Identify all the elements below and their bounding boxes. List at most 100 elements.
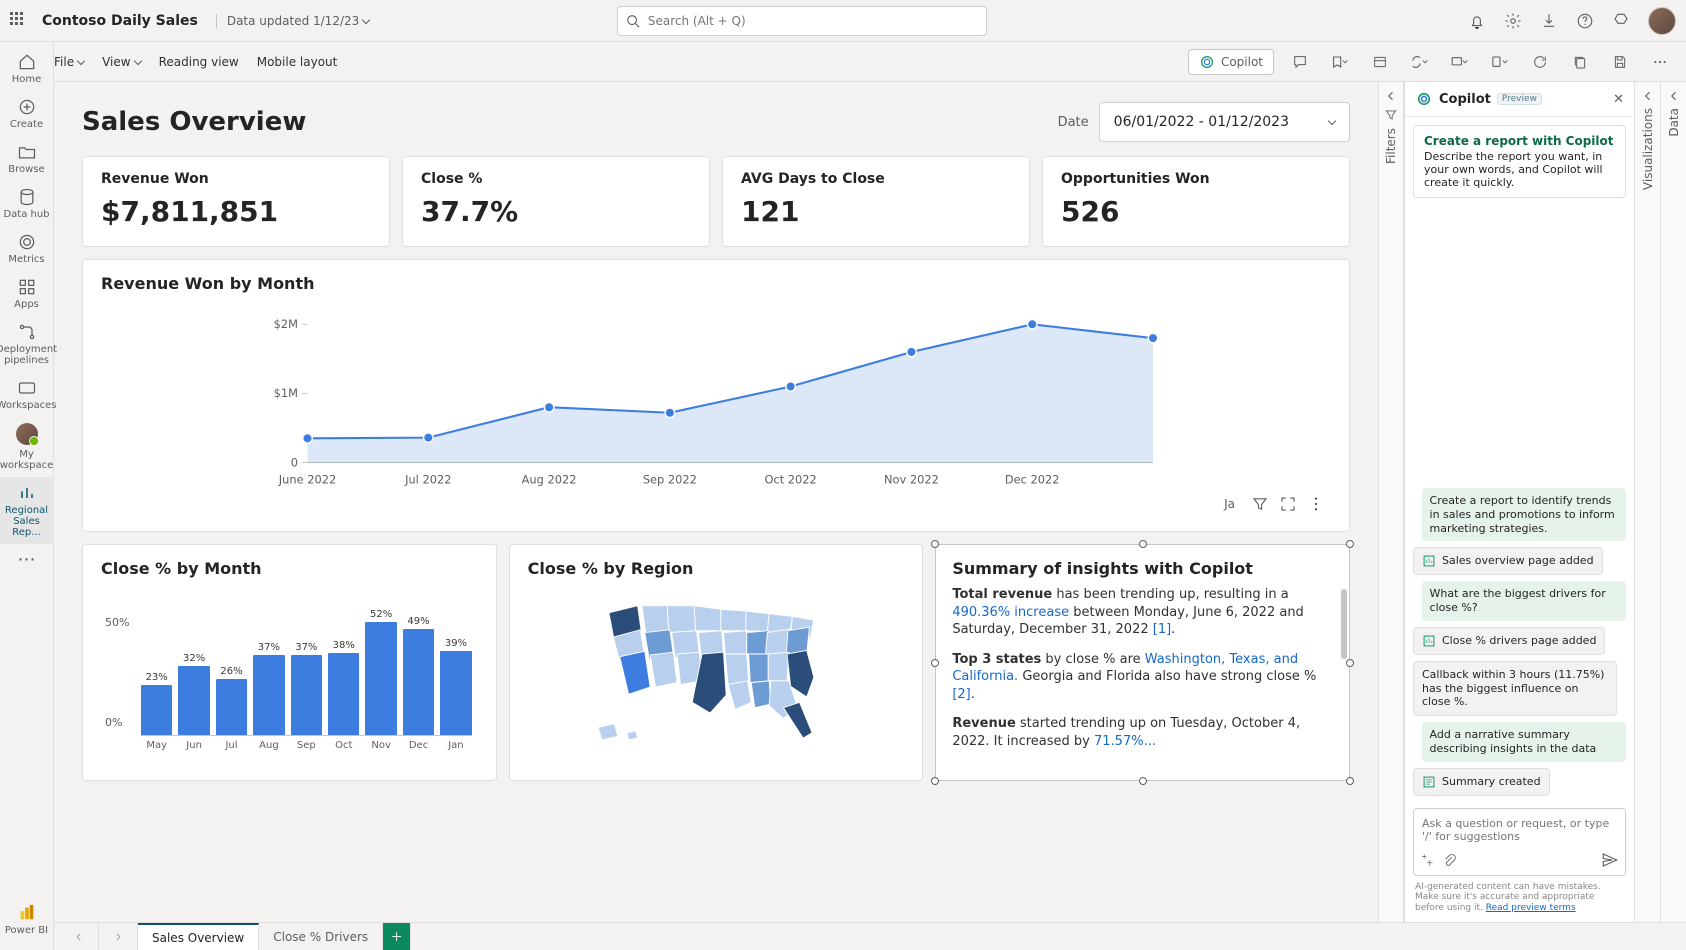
nav-rail: Home Create Browse Data hub Metrics Apps… <box>0 42 54 950</box>
sparkle-icon[interactable] <box>1420 853 1434 867</box>
line-chart-card[interactable]: Revenue Won by Month 0$1M$2MJune 2022Jul… <box>82 259 1350 532</box>
selection-handle[interactable] <box>1346 777 1354 785</box>
copilot-messages: Create a report to identify trends in sa… <box>1405 206 1634 802</box>
data-updated[interactable]: Data updated 1/12/23 <box>216 14 369 28</box>
date-range-picker[interactable]: 06/01/2022 - 01/12/2023 <box>1099 102 1350 142</box>
svg-text:Nov 2022: Nov 2022 <box>884 472 939 486</box>
filter-icon[interactable] <box>1251 495 1269 513</box>
chevron-down-icon <box>133 56 141 64</box>
visualizations-pane-collapsed[interactable]: Visualizations <box>1634 82 1660 922</box>
chat-msg-user: What are the biggest drivers for close %… <box>1422 581 1626 621</box>
database-icon <box>17 187 37 207</box>
data-pane-collapsed[interactable]: Data <box>1660 82 1686 922</box>
copilot-button[interactable]: Copilot <box>1188 49 1274 75</box>
help-icon[interactable] <box>1576 12 1594 30</box>
page-title: Sales Overview <box>82 107 306 137</box>
svg-text:0: 0 <box>291 455 298 469</box>
page-tab-close-drivers[interactable]: Close % Drivers <box>259 923 383 950</box>
rail-workspaces[interactable]: Workspaces <box>0 372 54 417</box>
rail-regional-sales[interactable]: Regional Sales Rep... <box>0 477 54 544</box>
bar-chart-card[interactable]: Close % by Month 50% 0% 23%32%26%37%37%3… <box>82 544 497 781</box>
copilot-icon <box>1415 90 1433 108</box>
comment-icon[interactable] <box>1286 48 1314 76</box>
focus-mode-icon[interactable] <box>1279 495 1297 513</box>
kpi-opps-won[interactable]: Opportunities Won526 <box>1042 156 1350 247</box>
copilot-input[interactable] <box>1420 815 1619 847</box>
settings-icon[interactable] <box>1504 12 1522 30</box>
menu-reading-view[interactable]: Reading view <box>159 55 239 69</box>
kpi-revenue-won[interactable]: Revenue Won$7,811,851 <box>82 156 390 247</box>
chat-msg-system: Close % drivers page added <box>1413 627 1605 655</box>
close-icon[interactable]: ✕ <box>1613 92 1624 107</box>
chat-msg-system: Summary created <box>1413 768 1550 796</box>
app-launcher-icon[interactable] <box>10 12 28 30</box>
rail-home[interactable]: Home <box>0 46 54 91</box>
map-card[interactable]: Close % by Region <box>509 544 924 781</box>
rail-metrics[interactable]: Metrics <box>0 226 54 271</box>
attachment-icon[interactable] <box>1442 853 1456 867</box>
save-icon[interactable] <box>1606 48 1634 76</box>
selection-handle[interactable] <box>1346 659 1354 667</box>
menu-mobile-layout[interactable]: Mobile layout <box>257 55 338 69</box>
search-icon <box>626 14 640 28</box>
us-map <box>528 586 905 756</box>
chat-msg-user: Create a report to identify trends in sa… <box>1422 488 1626 541</box>
add-page-button[interactable]: ＋ <box>383 923 411 950</box>
selection-handle[interactable] <box>931 659 939 667</box>
copy-icon[interactable] <box>1566 48 1594 76</box>
workspace-icon <box>17 378 37 398</box>
send-icon[interactable] <box>1601 851 1619 869</box>
rail-create[interactable]: Create <box>0 91 54 136</box>
chevron-left-icon <box>1642 90 1654 102</box>
filters-pane-collapsed[interactable]: Filters <box>1378 82 1404 922</box>
selection-handle[interactable] <box>1346 540 1354 548</box>
rail-pipelines[interactable]: Deployment pipelines <box>0 316 54 372</box>
menu-view[interactable]: View <box>102 55 140 69</box>
bookmark-dropdown-icon[interactable] <box>1326 48 1354 76</box>
header-actions <box>1468 7 1676 35</box>
kpi-avg-days[interactable]: AVG Days to Close121 <box>722 156 1030 247</box>
rail-more[interactable]: ⋯ <box>0 544 54 576</box>
svg-text:June 2022: June 2022 <box>278 472 336 486</box>
page-tab-sales-overview[interactable]: Sales Overview <box>138 923 259 950</box>
view-icon[interactable] <box>1366 48 1394 76</box>
download-icon[interactable] <box>1540 12 1558 30</box>
rail-apps[interactable]: Apps <box>0 271 54 316</box>
preview-badge: Preview <box>1497 93 1542 105</box>
refresh-icon[interactable] <box>1526 48 1554 76</box>
page-dropdown-icon[interactable] <box>1486 48 1514 76</box>
menu-file[interactable]: File <box>54 55 84 69</box>
rail-browse[interactable]: Browse <box>0 136 54 181</box>
page-tabs: Sales Overview Close % Drivers ＋ <box>54 922 1686 950</box>
feedback-icon[interactable] <box>1612 12 1630 30</box>
selection-handle[interactable] <box>931 777 939 785</box>
svg-text:$2M: $2M <box>274 317 298 331</box>
rail-data-hub[interactable]: Data hub <box>0 181 54 226</box>
rail-my-workspace[interactable]: My workspace <box>0 417 54 477</box>
copilot-intro-card[interactable]: Create a report with Copilot Describe th… <box>1413 125 1626 198</box>
notifications-icon[interactable] <box>1468 12 1486 30</box>
line-chart: 0$1M$2MJune 2022Jul 2022Aug 2022Sep 2022… <box>101 301 1331 491</box>
scrollbar[interactable] <box>1341 589 1347 772</box>
more-vertical-icon[interactable] <box>1307 495 1325 513</box>
toolbar: File View Reading view Mobile layout Cop… <box>0 42 1686 82</box>
insight-card[interactable]: Summary of insights with Copilot Total r… <box>935 544 1350 781</box>
more-icon[interactable] <box>1646 48 1674 76</box>
pipeline-icon <box>17 322 37 342</box>
copilot-input-wrap <box>1413 808 1626 876</box>
user-avatar[interactable] <box>1648 7 1676 35</box>
svg-text:$1M: $1M <box>274 386 298 400</box>
search-input[interactable] <box>646 13 978 29</box>
preview-terms-link[interactable]: Read preview terms <box>1486 903 1576 913</box>
page-tab-nav-next[interactable] <box>99 923 138 950</box>
svg-text:Aug 2022: Aug 2022 <box>522 472 577 486</box>
rail-powerbi[interactable]: Power BI <box>0 897 54 942</box>
search-box[interactable] <box>617 6 987 36</box>
page-tab-nav-prev[interactable] <box>60 923 99 950</box>
sync-dropdown-icon[interactable] <box>1406 48 1434 76</box>
svg-text:Dec 2022: Dec 2022 <box>1005 472 1060 486</box>
selection-handle[interactable] <box>1139 540 1147 548</box>
kpi-close-pct[interactable]: Close %37.7% <box>402 156 710 247</box>
present-dropdown-icon[interactable] <box>1446 48 1474 76</box>
selection-handle[interactable] <box>1139 777 1147 785</box>
